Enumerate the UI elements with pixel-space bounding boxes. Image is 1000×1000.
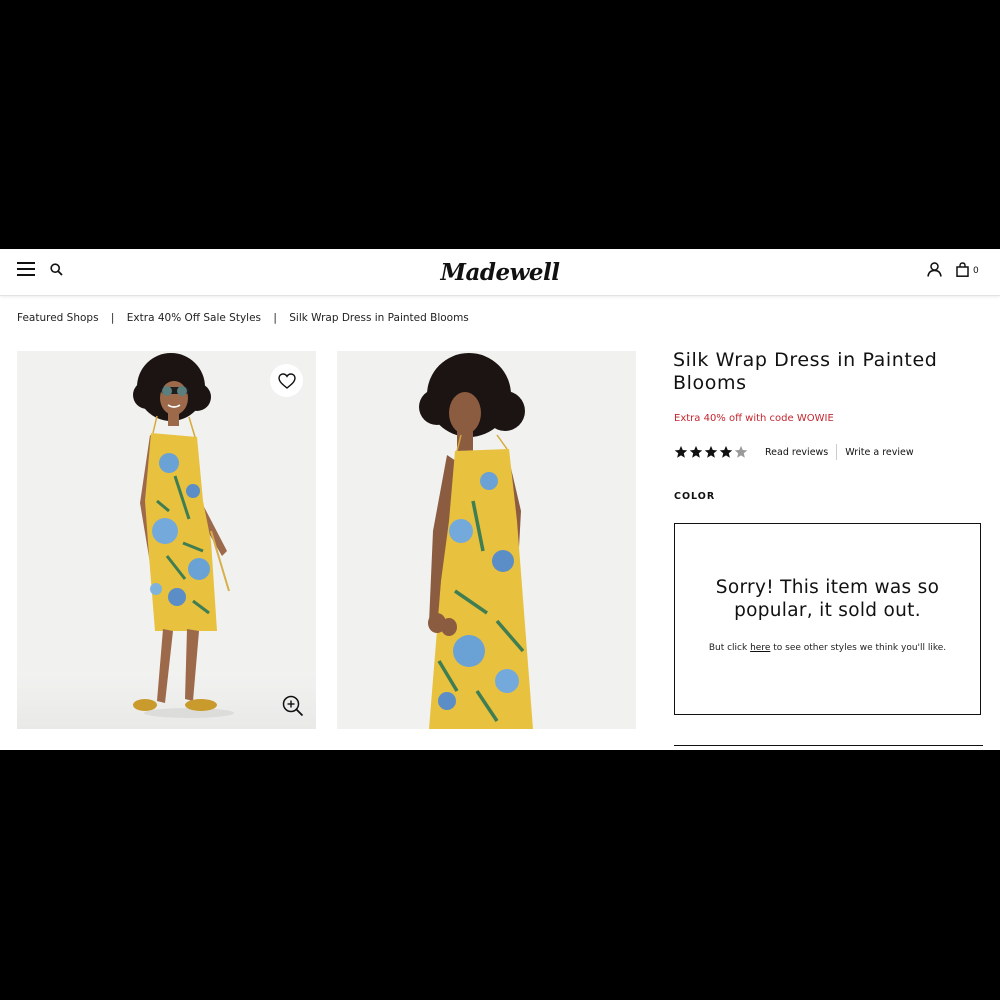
bag-count: 0 (973, 265, 979, 276)
star-rating[interactable] (674, 445, 749, 459)
sold-out-subtext-before: But click (708, 643, 751, 653)
model-photo-front (17, 353, 316, 729)
read-reviews-link[interactable]: Read reviews (765, 447, 828, 458)
breadcrumb-featured-shops[interactable]: Featured Shops (17, 312, 99, 324)
breadcrumb-separator: | (110, 312, 115, 324)
breadcrumb-current-product[interactable]: Silk Wrap Dress in Painted Blooms (289, 312, 469, 324)
heart-icon (277, 372, 296, 389)
model-photo-closeup (419, 353, 533, 729)
user-icon[interactable] (925, 260, 943, 278)
site-header: Madewell 0 (0, 249, 1000, 296)
see-other-styles-link[interactable]: here (750, 643, 770, 653)
rating-row: Read reviews Write a review (674, 444, 914, 460)
zoom-button[interactable] (280, 693, 306, 719)
star-filled-icon (674, 445, 688, 458)
star-empty-icon (734, 445, 748, 458)
hamburger-icon[interactable] (14, 259, 38, 279)
product-page: Madewell 0 Featured Shops | Extra 40% Of… (0, 249, 1000, 750)
breadcrumb: Featured Shops | Extra 40% Off Sale Styl… (17, 312, 469, 324)
star-filled-icon (719, 445, 733, 458)
breadcrumb-sale-styles[interactable]: Extra 40% Off Sale Styles (127, 312, 261, 324)
product-title: Silk Wrap Dress in Painted Blooms (673, 349, 938, 394)
product-image-front[interactable] (17, 351, 316, 729)
search-icon[interactable] (47, 260, 65, 278)
shopping-bag-button[interactable]: 0 (956, 260, 986, 278)
divider (836, 444, 838, 460)
sold-out-subtext-after: to see other styles we think you'll like… (770, 643, 947, 653)
wishlist-button[interactable] (270, 364, 303, 397)
sold-out-heading: Sorry! This item was so popular, it sold… (715, 577, 940, 621)
shopping-bag-icon (956, 261, 969, 277)
color-label: COLOR (674, 491, 716, 502)
write-review-link[interactable]: Write a review (845, 447, 913, 458)
star-filled-icon (689, 445, 703, 458)
breadcrumb-separator: | (273, 312, 277, 324)
product-image-closeup[interactable] (337, 351, 636, 729)
promo-text: Extra 40% off with code WOWIE (674, 413, 834, 424)
madewell-logo[interactable]: Madewell (430, 255, 570, 289)
zoom-in-icon (282, 695, 304, 717)
sold-out-message: Sorry! This item was so popular, it sold… (674, 523, 981, 715)
section-divider (674, 745, 983, 746)
star-filled-icon (704, 445, 718, 458)
sold-out-subtext: But click here to see other styles we th… (705, 640, 950, 656)
